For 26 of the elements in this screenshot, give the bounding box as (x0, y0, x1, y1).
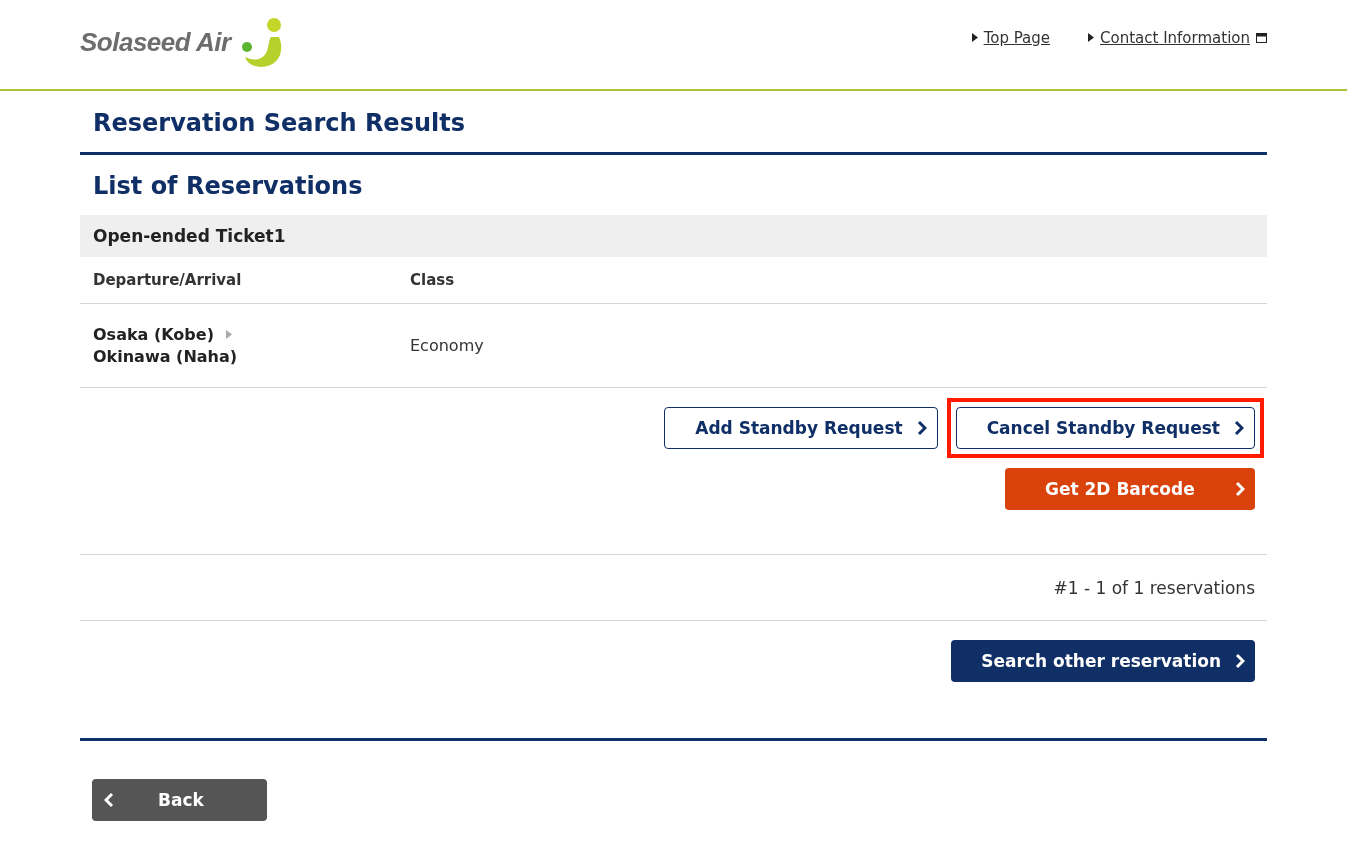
new-window-icon (1256, 32, 1267, 43)
triangle-icon (971, 33, 978, 42)
arrival-text: Okinawa (Naha) (93, 345, 239, 368)
chevron-icon (1235, 481, 1245, 497)
chevron-left-icon (104, 792, 114, 808)
result-count: #1 - 1 of 1 reservations (80, 555, 1267, 621)
triangle-icon (1088, 33, 1095, 42)
logo-text[interactable]: Solaseed Air (80, 27, 231, 58)
back-button[interactable]: Back (92, 779, 267, 821)
page-title: Reservation Search Results (80, 91, 1267, 155)
action-button[interactable]: Cancel Standby Request (955, 407, 1255, 449)
class-text: Economy (410, 336, 485, 355)
chevron-icon (1235, 653, 1245, 669)
departure-text: Osaka (Kobe) (93, 323, 214, 346)
ticket-header: Open-ended Ticket1 (80, 215, 1267, 257)
nav-link[interactable]: Contact Information (1100, 28, 1250, 47)
chevron-icon (916, 420, 927, 436)
chevron-icon (1234, 420, 1244, 436)
action-button[interactable]: Get 2D Barcode (1005, 468, 1255, 510)
action-button[interactable]: Add Standby Request (664, 407, 938, 449)
column-header: Departure/Arrival (93, 271, 243, 289)
action-button[interactable]: Search other reservation (951, 640, 1255, 682)
nav-link[interactable]: Top Page (983, 28, 1051, 47)
column-header: Class (410, 271, 456, 289)
triangle-icon (225, 330, 232, 339)
section-title: List of Reservations (92, 171, 364, 202)
